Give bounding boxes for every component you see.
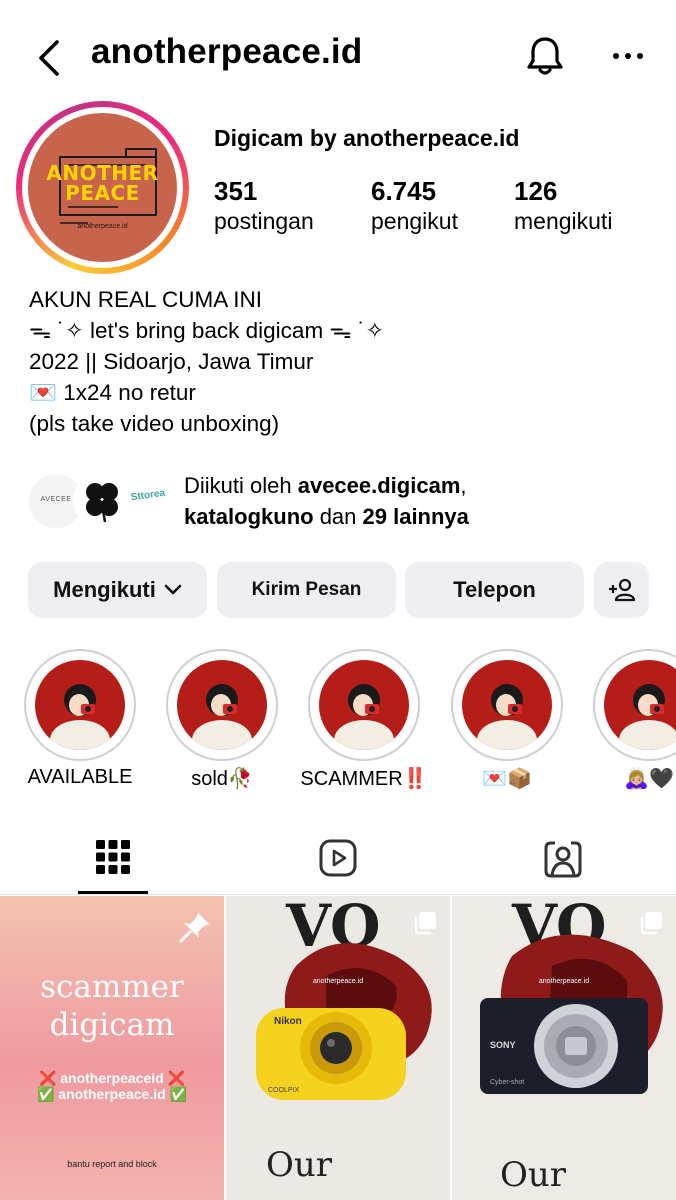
stat-posts[interactable]: 351 postingan	[214, 176, 314, 235]
post-title-line: scammer	[40, 969, 184, 1005]
girl-camera-illustration	[334, 684, 394, 750]
followed-by-text[interactable]: Diikuti oleh avecee.digicam, katalogkuno…	[184, 470, 654, 532]
highlight-label: SCAMMER‼️	[300, 768, 428, 790]
post-title: scammer digicam	[0, 968, 224, 1044]
highlight-label: AVAILABLE	[27, 766, 133, 788]
svg-text:Our: Our	[266, 1145, 333, 1185]
profile-avatar-story-ring[interactable]: ANOTHER PEACE anotherpeace.id	[16, 101, 189, 274]
carousel-icon	[640, 912, 662, 935]
grid-tab[interactable]	[0, 828, 225, 894]
story-highlight[interactable]	[593, 649, 676, 761]
tagged-person-icon	[544, 841, 582, 878]
svg-text:Our: Our	[500, 1155, 567, 1195]
bio-line: AKUN REAL CUMA INI	[29, 287, 262, 312]
tagged-tab[interactable]	[450, 828, 675, 894]
bio-line: (pls take video unboxing)	[29, 411, 280, 436]
post-watermark: anotherpeace.id	[538, 978, 590, 985]
story-highlight[interactable]	[166, 649, 278, 761]
stat-value: 126	[514, 176, 558, 206]
highlight-cover	[35, 660, 125, 750]
story-highlight[interactable]	[308, 649, 420, 761]
highlight-label: sold🥀	[191, 768, 253, 790]
stat-label: mengikuti	[514, 208, 613, 234]
following-button-label: Mengikuti	[53, 577, 156, 602]
suggest-people-button[interactable]	[594, 562, 649, 618]
carousel-icon	[414, 912, 436, 935]
story-highlight[interactable]	[24, 649, 136, 761]
call-button-label: Telepon	[453, 577, 536, 602]
stat-value: 351	[214, 176, 258, 206]
bio-line: 2022 || Sidoarjo, Jawa Timur	[29, 349, 314, 374]
chevron-down-icon	[164, 584, 182, 595]
logo-line-2: PEACE	[65, 181, 140, 205]
mutual-avatar: Sttorea	[119, 472, 177, 530]
mutual-avatar-text: Sttorea	[130, 487, 166, 504]
avatar-small-text: anotherpeace.id	[77, 223, 128, 230]
post-footer: bantu report and block	[67, 1159, 157, 1169]
bio-line: ᯓ ˙✧ let's bring back digicam ᯓ ˙✧	[29, 318, 385, 343]
more-icon[interactable]	[604, 40, 652, 72]
profile-avatar: ANOTHER PEACE anotherpeace.id	[28, 113, 177, 262]
camera-model-text: Cyber-shot	[490, 1079, 524, 1086]
avatar-logo-text: ANOTHER PEACE	[28, 163, 177, 203]
post-photo: VO Nikon COOLPIX Our	[256, 896, 432, 1185]
mutual-followers-avatars[interactable]: AVECEE Sttorea	[27, 472, 177, 530]
bio-line: 💌 1x24 no retur	[29, 380, 196, 405]
reels-tab[interactable]	[225, 828, 450, 894]
post-thumbnail[interactable]: VO SONY Cyber-shot Our anotherpeace.id	[452, 896, 676, 1200]
post-thumbnail[interactable]: scammer digicam ❌ anotherpeaceid ❌ ✅ ano…	[0, 896, 224, 1200]
camera-brand-text: Nikon	[274, 1016, 302, 1027]
stat-followers[interactable]: 6.745 pengikut	[371, 176, 458, 235]
camera-model-text: COOLPIX	[268, 1087, 299, 1094]
highlight-cover	[177, 660, 267, 750]
display-name: Digicam by anotherpeace.id	[214, 125, 520, 151]
highlight-cover	[462, 660, 552, 750]
post-watermark: anotherpeace.id	[312, 978, 364, 985]
girl-camera-illustration	[477, 684, 537, 750]
bell-icon[interactable]	[523, 34, 567, 78]
message-button[interactable]: Kirim Pesan	[217, 562, 396, 618]
post-thumbnail[interactable]: VO Nikon COOLPIX Our anotherpeace.id	[226, 896, 450, 1200]
girl-camera-illustration	[50, 684, 110, 750]
followed-by-separator: ,	[460, 473, 467, 498]
followed-by-prefix: Diikuti oleh	[184, 473, 298, 498]
back-icon[interactable]	[30, 36, 70, 80]
girl-camera-illustration	[192, 684, 252, 750]
following-button[interactable]: Mengikuti	[28, 562, 207, 618]
followed-by-others: 29 lainnya	[362, 504, 469, 529]
grid-icon	[96, 840, 130, 874]
camera-brand-text: SONY	[490, 1040, 516, 1050]
stat-label: postingan	[214, 208, 314, 234]
logo-line-1: ANOTHER	[46, 161, 159, 185]
pin-icon	[179, 913, 209, 943]
profile-bio: AKUN REAL CUMA INI ᯓ ˙✧ let's bring back…	[29, 284, 649, 439]
followed-by-user: katalogkuno	[184, 504, 314, 529]
add-person-icon	[608, 578, 635, 602]
post-line: ❌ anotherpeaceid ❌	[38, 1070, 186, 1086]
post-photo: VO SONY Cyber-shot Our	[480, 896, 663, 1195]
stat-value: 6.745	[371, 176, 437, 206]
profile-username: anotherpeace.id	[91, 32, 363, 71]
post-line: ✅ anotherpeace.id ✅	[36, 1086, 187, 1102]
highlight-label: 💌📦	[482, 768, 532, 790]
call-button[interactable]: Telepon	[405, 562, 584, 618]
highlight-label: 🙇🏼‍♀️🖤	[624, 768, 674, 790]
message-button-label: Kirim Pesan	[251, 579, 362, 600]
followed-by-middle: dan	[313, 504, 363, 529]
story-highlight[interactable]	[451, 649, 563, 761]
stat-label: pengikut	[371, 208, 458, 234]
divider	[0, 894, 676, 895]
highlight-cover	[319, 660, 409, 750]
followed-by-user: avecee.digicam	[297, 473, 461, 498]
reels-icon	[319, 839, 357, 877]
stat-following[interactable]: 126 mengikuti	[514, 176, 612, 235]
profile-header: anotherpeace.id	[0, 0, 676, 110]
post-title-line: digicam	[49, 1007, 175, 1043]
